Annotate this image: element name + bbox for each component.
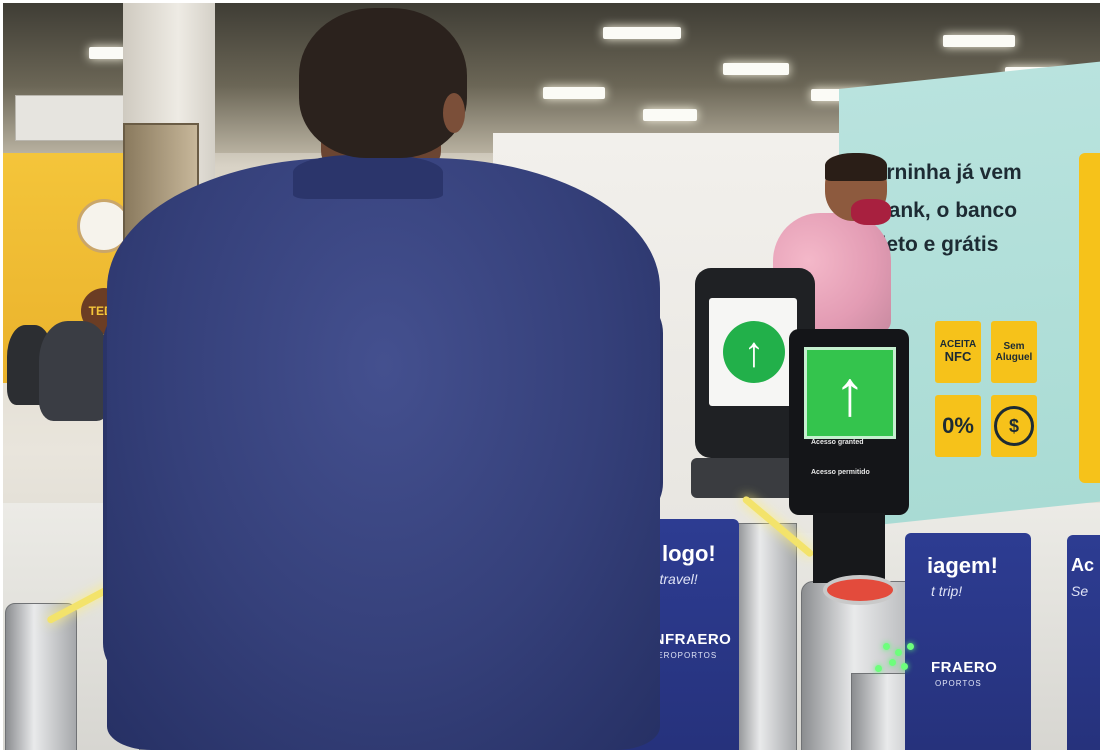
air-conditioner (15, 95, 127, 141)
ceiling-light (603, 27, 681, 39)
banner-center-brand-sub: AEROPORTOS (651, 651, 718, 660)
man-in-pink-hair (825, 153, 887, 181)
banner-center-brand: INFRAERO (649, 631, 732, 648)
banner-right-brand-sub: OPORTOS (935, 679, 982, 688)
man-head (299, 8, 467, 158)
ceiling-light (543, 87, 605, 99)
coin-icon: $ (994, 406, 1034, 446)
photo-frame: TEDs oderninha já vem agBank, o banco mp… (3, 3, 1100, 750)
ceiling-light (89, 47, 127, 59)
device-status-line-1: Acesso granted (811, 439, 864, 446)
ceiling-light (723, 63, 789, 75)
device-stand (813, 513, 885, 583)
man-ear (443, 93, 465, 133)
shirt-collar (293, 155, 443, 199)
infraero-banner-far-right: Ac Se (1067, 535, 1100, 750)
ad-badge-no-rent-top: Sem (1003, 340, 1025, 352)
man-blue-shirt (107, 158, 660, 750)
ceiling-light (643, 109, 697, 121)
arrow-up-icon: ↑ (804, 347, 896, 439)
turnstile-post (5, 603, 77, 750)
turnstile-top (691, 458, 801, 498)
status-led (901, 663, 908, 670)
card-machine-illustration (1079, 153, 1100, 483)
seated-person (39, 321, 111, 421)
card-reader (823, 575, 897, 605)
status-led (883, 643, 890, 650)
ad-badge-no-rent-bottom: Aluguel (995, 352, 1033, 363)
ad-badge-coin: $ (991, 395, 1037, 457)
ad-badge-nfc: ACEITA NFC (935, 321, 981, 383)
ceiling-light (943, 35, 1015, 47)
banner-right-headline: iagem! (927, 553, 998, 578)
face-mask (851, 199, 891, 225)
ad-badge-no-rent: Sem Aluguel (991, 321, 1037, 383)
status-led (875, 665, 882, 672)
ad-badge-zero-percent: 0% (935, 395, 981, 457)
status-led (889, 659, 896, 666)
status-led (895, 649, 902, 656)
banner-right-subline: t trip! (931, 583, 963, 599)
ad-badge-zero-text: 0% (942, 413, 974, 439)
turnstile-post (735, 523, 797, 750)
status-led (907, 643, 914, 650)
arrow-up-icon: ↑ (723, 321, 785, 383)
device-status-line-2: Acesso permitido (811, 469, 870, 476)
banner-right-brand: FRAERO (931, 659, 998, 676)
ad-badge-nfc-bottom: NFC (944, 349, 972, 365)
banner-far-right-subline: Se (1071, 583, 1089, 599)
infraero-banner-right: iagem! t trip! FRAERO OPORTOS (905, 533, 1031, 750)
banner-far-right-headline: Ac (1071, 555, 1095, 575)
